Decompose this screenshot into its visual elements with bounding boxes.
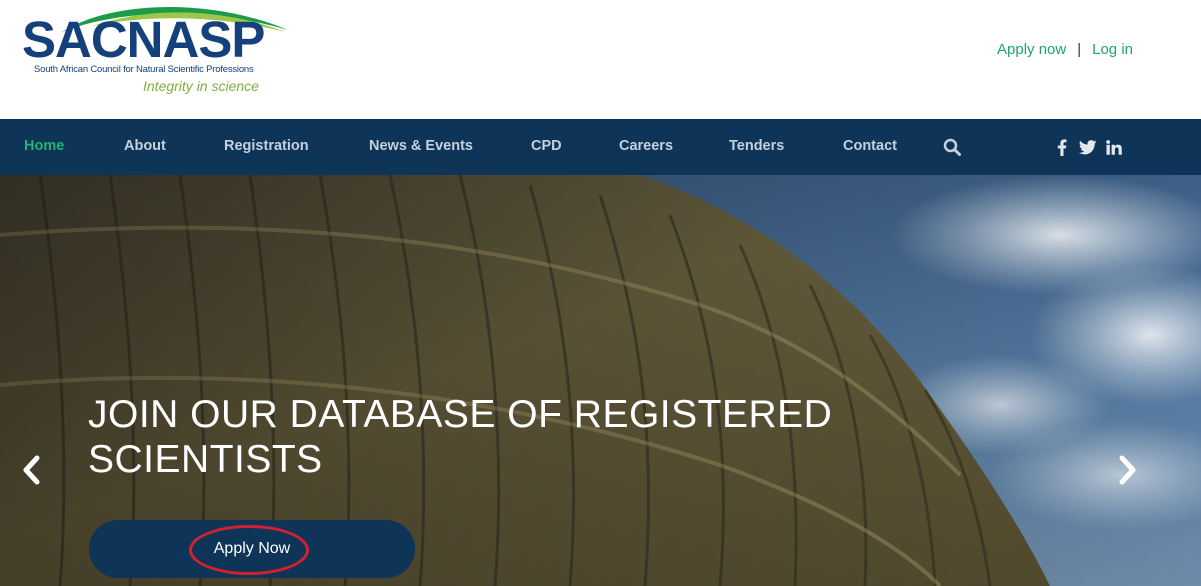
logo-subtitle: South African Council for Natural Scient… (34, 64, 254, 75)
nav-item-cpd[interactable]: CPD (531, 119, 562, 175)
apply-now-label: Apply Now (213, 540, 291, 557)
hero-slider: JOIN OUR DATABASE OF REGISTERED SCIENTIS… (0, 175, 1201, 586)
logo-tagline: Integrity in science (143, 78, 259, 94)
site-header: SACNASP South African Council for Natura… (0, 0, 1201, 119)
apply-now-link[interactable]: Apply now (997, 41, 1066, 58)
nav-item-home[interactable]: Home (24, 119, 64, 175)
login-link[interactable]: Log in (1092, 41, 1133, 58)
logo-wordmark: SACNASP (22, 11, 265, 68)
top-links: Apply now | Log in (997, 41, 1133, 58)
top-links-separator: | (1077, 41, 1082, 58)
nav-item-tenders[interactable]: Tenders (729, 119, 784, 175)
chevron-left-icon[interactable] (20, 455, 44, 485)
apply-now-button[interactable]: Apply Now (89, 520, 415, 578)
nav-item-registration[interactable]: Registration (224, 119, 309, 175)
nav-item-contact[interactable]: Contact (843, 119, 897, 175)
twitter-icon[interactable] (1078, 136, 1098, 158)
facebook-icon[interactable] (1055, 136, 1069, 158)
linkedin-icon[interactable] (1105, 136, 1123, 158)
search-icon[interactable] (942, 136, 962, 158)
main-nav: Home About Registration News & Events CP… (0, 119, 1201, 175)
nav-item-news-events[interactable]: News & Events (369, 119, 473, 175)
sacnasp-logo[interactable]: SACNASP South African Council for Natura… (22, 4, 288, 96)
nav-item-careers[interactable]: Careers (619, 119, 673, 175)
hero-title: JOIN OUR DATABASE OF REGISTERED SCIENTIS… (88, 393, 833, 481)
chevron-right-icon[interactable] (1115, 455, 1139, 485)
nav-item-about[interactable]: About (124, 119, 166, 175)
